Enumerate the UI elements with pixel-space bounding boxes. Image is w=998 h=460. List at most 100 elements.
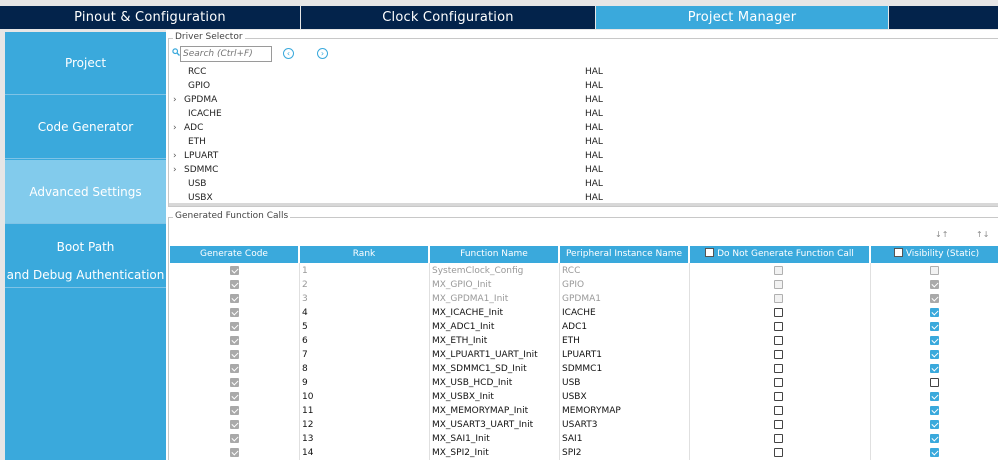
driver-value[interactable]: HAL <box>585 121 603 135</box>
rank-cell[interactable]: 11 <box>300 404 429 418</box>
driver-value[interactable]: HAL <box>585 177 603 191</box>
sort-down-icon[interactable]: ↑↓ <box>976 230 989 239</box>
generate-code-checkbox <box>230 336 239 345</box>
function-name-cell: MX_SPI2_Init <box>432 448 489 458</box>
do-not-generate-checkbox[interactable] <box>774 350 783 359</box>
function-name-cell: MX_SAI1_Init <box>432 434 490 444</box>
function-name-cell: MX_ICACHE_Init <box>432 308 503 318</box>
table-row: 14 MX_SPI2_Init SPI2 <box>170 446 998 460</box>
function-name-cell: MX_ETH_Init <box>432 336 488 346</box>
driver-row[interactable]: ICACHE HAL <box>169 107 997 121</box>
rank-cell[interactable]: 13 <box>300 432 429 446</box>
search-input[interactable] <box>180 46 272 62</box>
sort-up-icon[interactable]: ↓↑ <box>935 230 948 239</box>
tab-clock-configuration[interactable]: Clock Configuration <box>301 6 595 29</box>
rank-cell[interactable]: 6 <box>300 334 429 348</box>
column-divider <box>689 263 690 460</box>
header-checkbox[interactable] <box>705 248 715 257</box>
chevron-right-icon[interactable]: › <box>173 163 177 177</box>
rank-cell[interactable]: 12 <box>300 418 429 432</box>
driver-name: SDMMC <box>184 165 219 175</box>
do-not-generate-checkbox[interactable] <box>774 448 783 457</box>
do-not-generate-checkbox[interactable] <box>774 420 783 429</box>
driver-value[interactable]: HAL <box>585 65 603 79</box>
rank-cell[interactable]: 9 <box>300 376 429 390</box>
column-header-generate-code[interactable]: Generate Code <box>170 246 299 263</box>
rank-cell[interactable]: 8 <box>300 362 429 376</box>
horizontal-scrollbar[interactable] <box>169 203 998 206</box>
visibility-static-checkbox[interactable] <box>930 364 939 373</box>
circle-right-arrow-icon[interactable]: › <box>317 48 328 59</box>
rank-cell[interactable]: 2 <box>300 278 429 292</box>
driver-value[interactable]: HAL <box>585 149 603 163</box>
visibility-static-checkbox[interactable] <box>930 350 939 359</box>
driver-row[interactable]: GPIO HAL <box>169 79 997 93</box>
rank-cell[interactable]: 5 <box>300 320 429 334</box>
driver-row[interactable]: › ADC HAL <box>169 121 997 135</box>
driver-row[interactable]: ETH HAL <box>169 135 997 149</box>
peripheral-instance-cell: ADC1 <box>562 322 588 332</box>
do-not-generate-checkbox[interactable] <box>774 378 783 387</box>
do-not-generate-checkbox[interactable] <box>774 322 783 331</box>
do-not-generate-checkbox[interactable] <box>774 434 783 443</box>
do-not-generate-checkbox[interactable] <box>774 392 783 401</box>
column-header-do-not-generate[interactable]: Do Not Generate Function Call <box>690 246 870 263</box>
function-name-cell: MX_LPUART1_UART_Init <box>432 350 538 360</box>
visibility-static-checkbox[interactable] <box>930 322 939 331</box>
header-checkbox[interactable] <box>893 248 903 257</box>
visibility-static-checkbox[interactable] <box>930 392 939 401</box>
sidebar-item-code-generator[interactable]: Code Generator <box>5 96 166 159</box>
tab-pinout-configuration[interactable]: Pinout & Configuration <box>0 6 300 29</box>
do-not-generate-checkbox[interactable] <box>774 406 783 415</box>
chevron-right-icon[interactable]: › <box>173 149 177 163</box>
column-header-function-name[interactable]: Function Name <box>430 246 559 263</box>
column-header-rank[interactable]: Rank <box>300 246 429 263</box>
sidebar-item-boot-path[interactable]: Boot Path and Debug Authentication <box>5 225 166 288</box>
column-header-peripheral-instance[interactable]: Peripheral Instance Name <box>560 246 689 263</box>
rank-cell[interactable]: 7 <box>300 348 429 362</box>
column-divider <box>870 263 871 460</box>
visibility-static-checkbox[interactable] <box>930 434 939 443</box>
visibility-static-checkbox[interactable] <box>930 308 939 317</box>
driver-row[interactable]: › LPUART HAL <box>169 149 997 163</box>
visibility-static-checkbox <box>930 280 939 289</box>
rank-cell[interactable]: 14 <box>300 446 429 460</box>
driver-row[interactable]: › GPDMA HAL <box>169 93 997 107</box>
generate-code-checkbox <box>230 322 239 331</box>
rank-cell[interactable]: 10 <box>300 390 429 404</box>
rank-cell[interactable]: 3 <box>300 292 429 306</box>
driver-row[interactable]: › SDMMC HAL <box>169 163 997 177</box>
sidebar-item-project[interactable]: Project <box>5 32 166 95</box>
visibility-static-checkbox[interactable] <box>930 378 939 387</box>
visibility-static-checkbox[interactable] <box>930 406 939 415</box>
circle-left-arrow-icon[interactable]: ‹ <box>283 48 294 59</box>
visibility-static-checkbox[interactable] <box>930 448 939 457</box>
peripheral-instance-cell: ETH <box>562 336 580 346</box>
do-not-generate-checkbox[interactable] <box>774 364 783 373</box>
driver-row[interactable]: RCC HAL <box>169 65 997 79</box>
table-row: 11 MX_MEMORYMAP_Init MEMORYMAP <box>170 404 998 418</box>
tab-project-manager[interactable]: Project Manager <box>596 6 888 29</box>
chevron-right-icon[interactable]: › <box>173 121 177 135</box>
sidebar: Project Code Generator Advanced Settings… <box>0 30 166 460</box>
driver-value[interactable]: HAL <box>585 107 603 121</box>
do-not-generate-checkbox[interactable] <box>774 308 783 317</box>
visibility-static-checkbox[interactable] <box>930 420 939 429</box>
column-header-visibility[interactable]: Visibility (Static) <box>871 246 998 263</box>
driver-name: ADC <box>184 123 204 133</box>
driver-row[interactable]: USB HAL <box>169 177 997 191</box>
driver-name: RCC <box>188 67 207 77</box>
chevron-right-icon[interactable]: › <box>173 93 177 107</box>
rank-cell[interactable]: 1 <box>300 264 429 278</box>
do-not-generate-checkbox[interactable] <box>774 336 783 345</box>
sidebar-item-label: and Debug Authentication <box>6 268 165 282</box>
rank-cell[interactable]: 4 <box>300 306 429 320</box>
sidebar-item-advanced-settings[interactable]: Advanced Settings <box>5 160 166 224</box>
driver-value[interactable]: HAL <box>585 93 603 107</box>
visibility-static-checkbox[interactable] <box>930 336 939 345</box>
column-divider <box>299 263 300 460</box>
driver-value[interactable]: HAL <box>585 135 603 149</box>
driver-value[interactable]: HAL <box>585 163 603 177</box>
driver-value[interactable]: HAL <box>585 79 603 93</box>
generate-code-checkbox <box>230 392 239 401</box>
